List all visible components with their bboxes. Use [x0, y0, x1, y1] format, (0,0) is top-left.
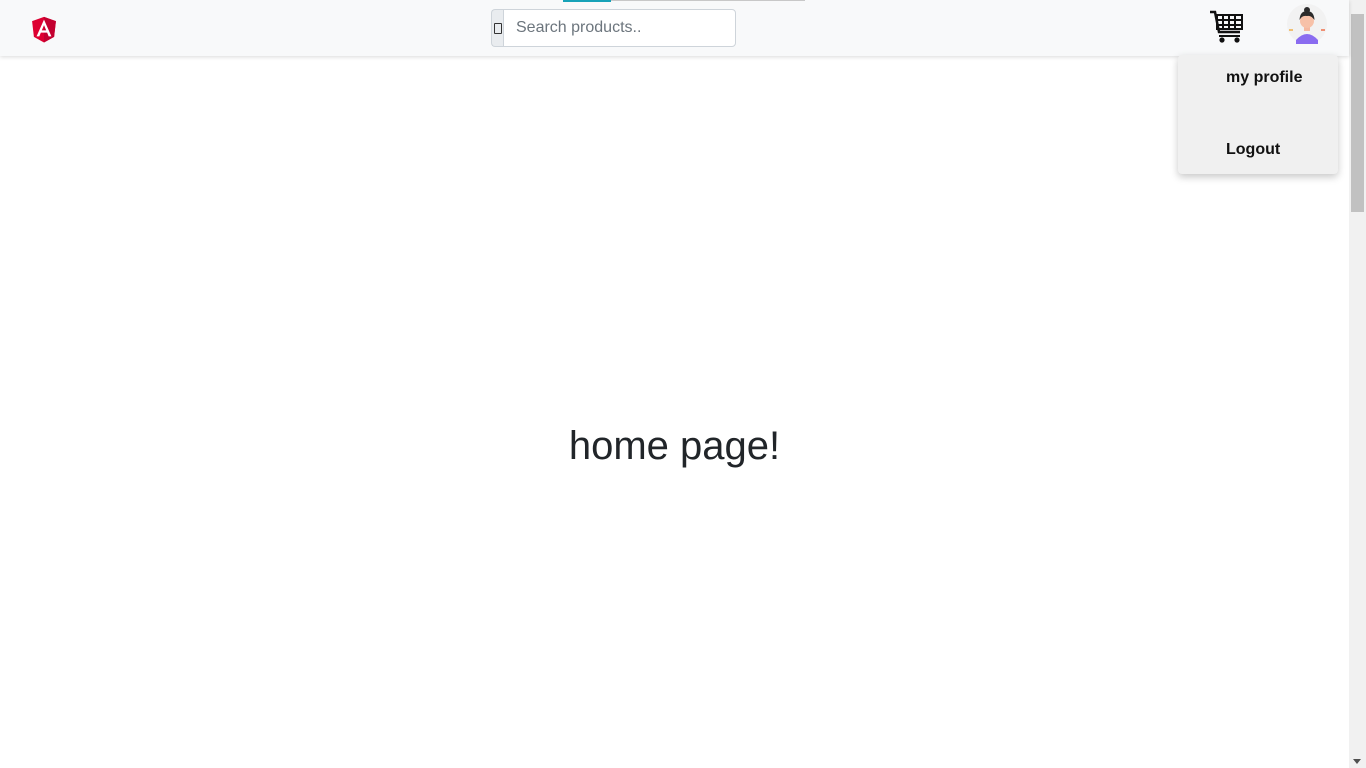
active-tab-indicator [563, 0, 611, 2]
scrollbar-thumb[interactable] [1351, 14, 1364, 212]
shopping-cart-icon[interactable] [1209, 10, 1245, 44]
logout-menu-item[interactable]: Logout [1226, 141, 1280, 159]
search-bar [491, 9, 736, 47]
my-profile-menu-item[interactable]: my profile [1226, 69, 1302, 87]
tab-indicator-track [611, 0, 805, 1]
page: my profile Logout home page! [0, 0, 1366, 768]
user-avatar-icon[interactable] [1287, 4, 1327, 44]
vertical-scrollbar[interactable] [1349, 0, 1366, 768]
profile-dropdown-menu: my profile Logout [1178, 55, 1338, 174]
scroll-down-arrow-icon[interactable] [1353, 759, 1361, 764]
page-heading: home page! [568, 424, 781, 468]
angular-logo-icon[interactable] [28, 12, 60, 46]
search-icon[interactable] [491, 9, 503, 47]
top-navbar [0, 0, 1349, 56]
search-input[interactable] [503, 9, 736, 47]
